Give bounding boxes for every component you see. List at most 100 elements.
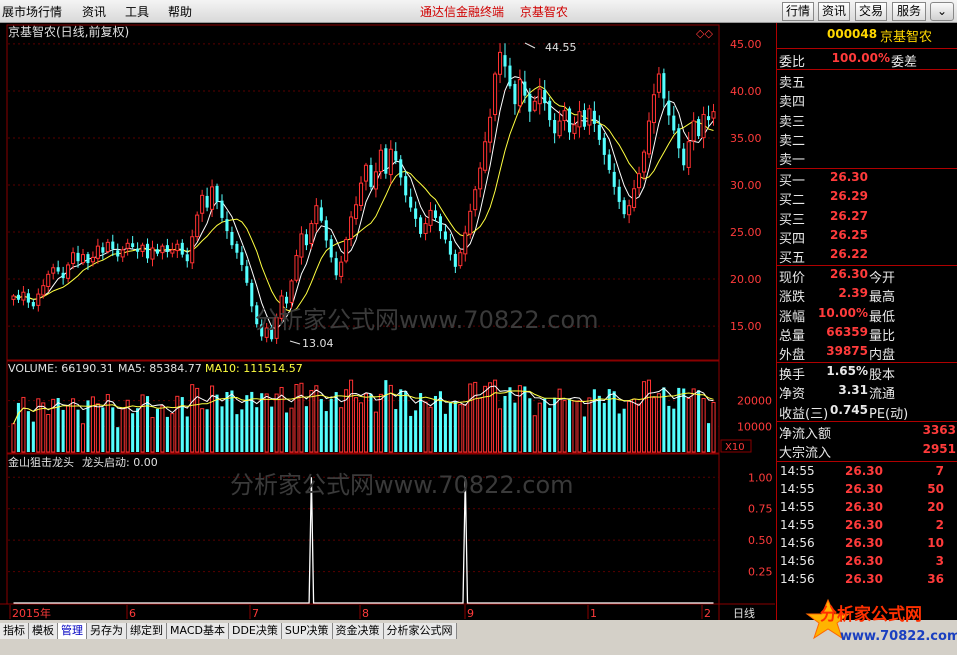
volume-bar	[225, 392, 229, 452]
chart-svg[interactable]: 45.00 40.00 35.00 30.00 25.00 20.00 15.00 20000…	[0, 23, 775, 620]
volume-bar	[577, 400, 582, 453]
tick-row: 14:55 26.30 50	[780, 482, 944, 496]
date-label: 7	[252, 607, 259, 620]
candle	[344, 236, 349, 264]
volume-bar	[111, 407, 115, 452]
volume-bar	[205, 409, 209, 452]
volume-bar	[682, 388, 686, 452]
volume-bar	[95, 403, 100, 453]
menu-help[interactable]: 帮助	[168, 3, 192, 20]
stat-row: 总量 66359 量比	[779, 324, 896, 344]
volume-bar	[80, 423, 86, 453]
volume-bar	[373, 411, 378, 453]
candle	[195, 211, 200, 241]
volume-bar	[285, 412, 289, 452]
price-tick: 20.00	[730, 273, 762, 286]
tab-2[interactable]: 管理	[58, 623, 87, 639]
date-label: 1	[590, 607, 597, 620]
volume-bar	[358, 402, 364, 453]
candle	[384, 144, 388, 179]
volume-bar	[646, 379, 652, 453]
volume-bar	[463, 404, 468, 453]
volume-bar	[617, 413, 621, 452]
buy-row: 买五 26.22	[779, 247, 868, 267]
volume-bar	[483, 385, 488, 453]
sell-row: 卖五	[779, 76, 806, 91]
volume-bar	[622, 408, 626, 452]
volume-tick: 20000	[737, 395, 772, 408]
stock-code: 000048	[827, 27, 878, 41]
volume-bar	[423, 401, 428, 453]
tab-5[interactable]: MACD基本	[167, 623, 229, 639]
sell-row: 卖二	[779, 133, 806, 149]
volume-bar	[562, 400, 567, 453]
stock-header: 000048 京基智农	[777, 26, 957, 45]
volume-bar	[443, 413, 447, 452]
volume-bar	[185, 416, 189, 452]
volume-bar	[404, 390, 408, 452]
tick-row: 14:55 26.30 7	[780, 464, 944, 478]
volume-bar	[116, 427, 120, 452]
menu-news[interactable]: 资讯	[82, 3, 106, 20]
volume-bar	[497, 408, 503, 453]
volume-bar	[453, 401, 457, 452]
service-button[interactable]: 服务	[892, 2, 926, 21]
volume-bar	[597, 395, 601, 452]
volume-bar	[672, 408, 676, 452]
indicator-tick: 1.00	[748, 471, 773, 484]
date-label: 8	[362, 607, 369, 620]
tab-6[interactable]: DDE决策	[228, 623, 282, 639]
tab-8[interactable]: 资金决策	[332, 623, 384, 639]
tick-row: 14:56 26.30 36	[780, 572, 944, 586]
menu-tools[interactable]: 工具	[125, 3, 149, 20]
news-button[interactable]: 资讯	[818, 2, 850, 21]
volume-bar	[255, 407, 259, 452]
volume-bar	[503, 396, 507, 452]
menu-market[interactable]: 展市场行情	[2, 3, 62, 20]
trade-button[interactable]: 交易	[855, 2, 887, 21]
volume-bar	[66, 405, 71, 453]
volume-bar	[553, 397, 557, 452]
volume-bar	[309, 389, 314, 453]
tab-7[interactable]: SUP决策	[281, 623, 333, 639]
volume-bar	[131, 413, 135, 452]
sell-row: 卖一	[779, 153, 806, 169]
date-label: 6	[129, 607, 136, 620]
flow-row: 大宗流入 2951	[779, 442, 956, 461]
quote-panel: 000048 京基智农 委比 100.00% 委差 卖五 卖四 卖三 卖二 卖一 买一 2…	[776, 23, 957, 620]
volume-bar	[140, 394, 145, 453]
volume-bar	[41, 402, 46, 453]
tab-1[interactable]: 模板	[29, 623, 58, 639]
volume-bar	[532, 415, 537, 453]
price-tick: 45.00	[730, 38, 762, 51]
volume-bar	[448, 402, 452, 452]
volume-bar	[220, 406, 224, 452]
diamond-icon[interactable]: ◇◇	[696, 27, 713, 40]
period-label[interactable]: 日线	[733, 606, 755, 620]
volume-bar	[651, 397, 656, 453]
volume-ma10: MA10: 111514.57	[205, 362, 303, 375]
stat-row: 涨幅 10.00% 最低	[779, 305, 896, 325]
window-control-icon[interactable]: ⌄	[930, 2, 954, 21]
volume-bar	[697, 390, 701, 452]
volume-bar	[349, 379, 354, 453]
volume-bar	[637, 403, 642, 453]
chart-area[interactable]: 45.00 40.00 35.00 30.00 25.00 20.00 15.00 20000…	[0, 23, 775, 620]
candle	[493, 71, 498, 122]
price-tick: 35.00	[730, 132, 762, 145]
date-label: 9	[467, 607, 474, 620]
tab-3[interactable]: 另存为	[87, 623, 127, 639]
volume-bar	[428, 406, 433, 453]
low-annotation: 13.04	[302, 337, 334, 350]
volume-bar	[478, 397, 483, 453]
volume-bar	[513, 402, 517, 452]
volume-bar	[587, 397, 592, 453]
tab-0[interactable]: 指标	[0, 623, 29, 639]
tab-4[interactable]: 绑定到	[127, 623, 167, 639]
quotes-button[interactable]: 行情	[782, 2, 814, 21]
volume-bar	[523, 386, 527, 452]
volume-bar	[155, 408, 160, 452]
volume-label: VOLUME: 66190.31	[8, 362, 114, 375]
tab-9[interactable]: 分析家公式网	[383, 623, 457, 639]
x10-badge[interactable]: X10	[725, 442, 745, 453]
